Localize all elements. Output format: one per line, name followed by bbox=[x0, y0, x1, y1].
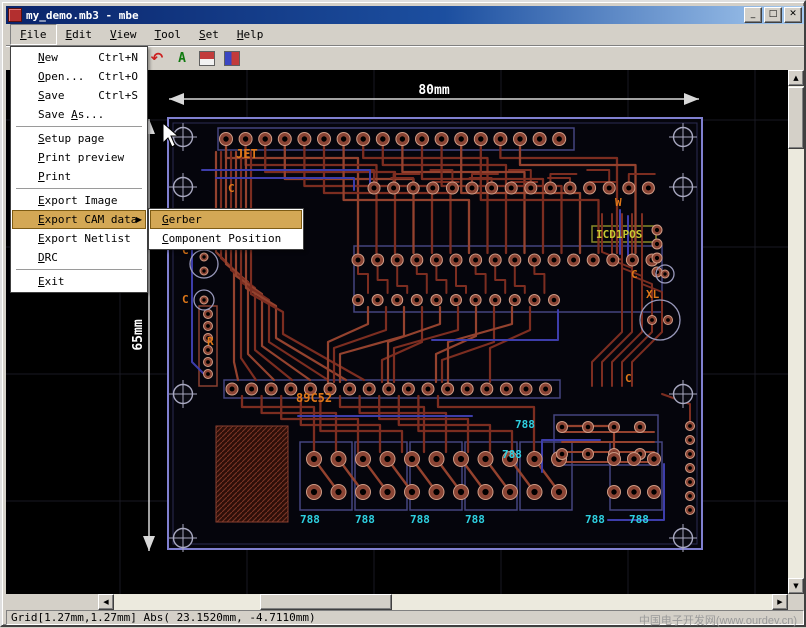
menu-item-print-preview[interactable]: Print preview bbox=[12, 148, 146, 167]
menu-item-export-image[interactable]: Export Image bbox=[12, 191, 146, 210]
svg-text:788: 788 bbox=[465, 513, 485, 526]
svg-text:JET: JET bbox=[236, 147, 258, 161]
menu-item-setup-page[interactable]: Setup page bbox=[12, 129, 146, 148]
svg-text:788: 788 bbox=[410, 513, 430, 526]
svg-text:788: 788 bbox=[585, 513, 605, 526]
svg-text:89C52: 89C52 bbox=[296, 391, 332, 405]
file-menu-dropdown: New Ctrl+N Open... Ctrl+O Save Ctrl+S Sa… bbox=[10, 46, 148, 293]
submenu-item-component-position-label: Component Position bbox=[150, 232, 281, 245]
menu-item-drc[interactable]: DRC bbox=[12, 248, 146, 267]
svg-text:788: 788 bbox=[300, 513, 320, 526]
menu-item-open-shortcut: Ctrl+O bbox=[98, 70, 146, 83]
menu-item-new-shortcut: Ctrl+N bbox=[98, 51, 146, 64]
menu-view[interactable]: View bbox=[101, 24, 146, 45]
scroll-down-button[interactable]: ▼ bbox=[788, 578, 804, 594]
menu-item-print[interactable]: Print bbox=[12, 167, 146, 186]
menu-help[interactable]: Help bbox=[228, 24, 273, 45]
title-bar[interactable]: my_demo.mb3 - mbe _ □ ✕ bbox=[6, 6, 804, 24]
maximize-button[interactable]: □ bbox=[764, 7, 782, 23]
menu-item-setup-page-label: Setup page bbox=[12, 132, 104, 145]
svg-text:W: W bbox=[615, 196, 622, 209]
menu-item-export-netlist-label: Export Netlist bbox=[12, 232, 131, 245]
scroll-left-button[interactable]: ◀ bbox=[98, 594, 114, 610]
layer-color-button[interactable] bbox=[198, 49, 216, 67]
menu-item-save-as-label: Save As... bbox=[12, 108, 104, 121]
menu-separator bbox=[16, 126, 142, 127]
menu-item-drc-label: DRC bbox=[12, 251, 58, 264]
layer-swap-icon bbox=[224, 51, 240, 66]
undo-button[interactable]: ↶ bbox=[148, 49, 166, 67]
layer-color-icon bbox=[199, 51, 215, 66]
close-button[interactable]: ✕ bbox=[784, 7, 802, 23]
window-title: my_demo.mb3 - mbe bbox=[26, 9, 744, 22]
menu-item-exit[interactable]: Exit bbox=[12, 272, 146, 291]
svg-text:788: 788 bbox=[515, 418, 535, 431]
app-icon bbox=[8, 8, 22, 22]
menu-item-save-as[interactable]: Save As... bbox=[12, 105, 146, 124]
svg-text:R: R bbox=[207, 335, 214, 348]
menu-set[interactable]: Set bbox=[190, 24, 228, 45]
text-tool-icon: A bbox=[178, 51, 186, 66]
submenu-item-gerber[interactable]: Gerber bbox=[150, 210, 302, 229]
scroll-right-button[interactable]: ▶ bbox=[772, 594, 788, 610]
menu-item-open-label: Open... bbox=[12, 70, 84, 83]
copper-pour bbox=[216, 426, 288, 522]
layer-swap-button[interactable] bbox=[223, 49, 241, 67]
app-window: my_demo.mb3 - mbe _ □ ✕ File Edit View T… bbox=[0, 0, 806, 627]
svg-text:65mm: 65mm bbox=[131, 319, 146, 350]
menu-item-print-preview-label: Print preview bbox=[12, 151, 124, 164]
menu-item-save-label: Save bbox=[12, 89, 65, 102]
menu-separator bbox=[16, 188, 142, 189]
menu-separator bbox=[16, 269, 142, 270]
menu-item-new[interactable]: New Ctrl+N bbox=[12, 48, 146, 67]
horizontal-scroll-thumb[interactable] bbox=[260, 594, 392, 610]
vertical-scrollbar[interactable]: ▲ ▼ bbox=[788, 70, 804, 594]
cam-submenu: Gerber Component Position bbox=[148, 208, 304, 250]
scrollbar-corner bbox=[788, 594, 804, 610]
submenu-item-component-position[interactable]: Component Position bbox=[150, 229, 302, 248]
scroll-up-button[interactable]: ▲ bbox=[788, 70, 804, 86]
svg-text:788: 788 bbox=[629, 513, 649, 526]
menu-item-exit-label: Exit bbox=[12, 275, 65, 288]
menu-item-export-image-label: Export Image bbox=[12, 194, 117, 207]
horizontal-scroll-row: ◀ ▶ bbox=[6, 594, 788, 610]
undo-icon: ↶ bbox=[151, 49, 164, 67]
svg-text:C: C bbox=[228, 182, 235, 195]
submenu-item-gerber-label: Gerber bbox=[150, 213, 202, 226]
minimize-button[interactable]: _ bbox=[744, 7, 762, 23]
menu-tool[interactable]: Tool bbox=[146, 24, 191, 45]
svg-text:ICD1POS: ICD1POS bbox=[596, 228, 642, 241]
menu-item-save-shortcut: Ctrl+S bbox=[98, 89, 146, 102]
text-tool-button[interactable]: A bbox=[173, 49, 191, 67]
menu-item-save[interactable]: Save Ctrl+S bbox=[12, 86, 146, 105]
vertical-scroll-thumb[interactable] bbox=[788, 87, 804, 149]
menu-bar: File Edit View Tool Set Help bbox=[6, 24, 804, 46]
menu-item-export-cam-data-label: Export CAM data bbox=[12, 213, 137, 226]
svg-text:XL: XL bbox=[646, 288, 660, 301]
menu-item-export-cam-data[interactable]: Export CAM data ▶ bbox=[12, 210, 146, 229]
menu-file[interactable]: File bbox=[10, 24, 57, 45]
menu-item-open[interactable]: Open... Ctrl+O bbox=[12, 67, 146, 86]
menu-item-print-label: Print bbox=[12, 170, 71, 183]
menu-item-export-netlist[interactable]: Export Netlist bbox=[12, 229, 146, 248]
svg-text:80mm: 80mm bbox=[418, 83, 449, 98]
svg-text:C: C bbox=[182, 293, 189, 306]
watermark-text: 中国电子开发网(www.ourdev.cn) bbox=[639, 612, 797, 628]
svg-text:788: 788 bbox=[355, 513, 375, 526]
menu-item-new-label: New bbox=[12, 51, 58, 64]
svg-text:C: C bbox=[625, 372, 632, 385]
status-bar: Grid[1.27mm,1.27mm] Abs( 23.1520mm, -4.7… bbox=[6, 610, 804, 625]
svg-text:788: 788 bbox=[502, 448, 522, 461]
horizontal-scrollbar[interactable]: ◀ ▶ bbox=[98, 594, 788, 610]
menu-edit[interactable]: Edit bbox=[57, 24, 102, 45]
submenu-arrow-icon: ▶ bbox=[136, 215, 142, 224]
svg-text:C: C bbox=[631, 268, 638, 281]
status-grid-readout: Grid[1.27mm,1.27mm] Abs( 23.1520mm, -4.7… bbox=[7, 611, 316, 624]
